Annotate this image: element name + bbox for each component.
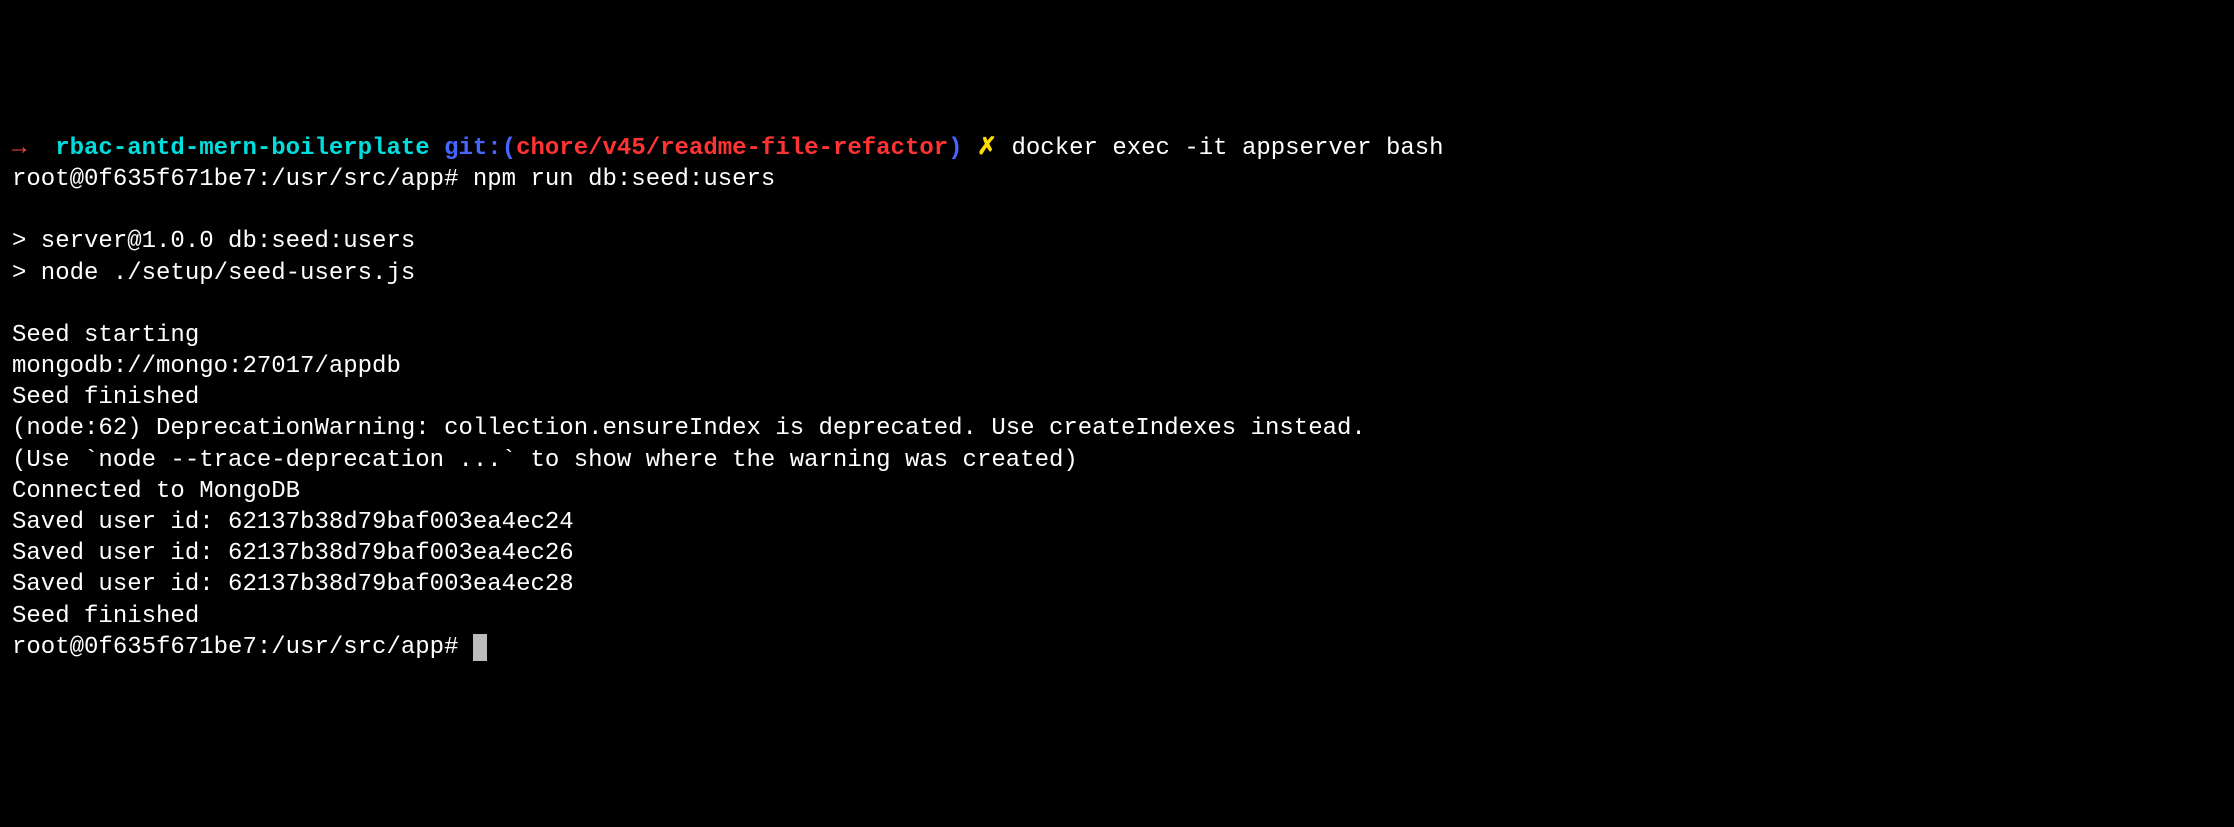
prompt-line-2: root@0f635f671be7:/usr/src/app# npm run … [12, 164, 2222, 195]
output-blank [12, 289, 2222, 320]
npm-command: npm run db:seed:users [473, 166, 775, 193]
output-line: Seed finished [12, 382, 2222, 413]
output-line: > server@1.0.0 db:seed:users [12, 226, 2222, 257]
terminal-output[interactable]: → rbac-antd-mern-boilerplate git:(chore/… [12, 133, 2222, 663]
container-prompt: root@0f635f671be7:/usr/src/app# [12, 166, 473, 193]
output-line: > node ./setup/seed-users.js [12, 258, 2222, 289]
prompt-line-3[interactable]: root@0f635f671be7:/usr/src/app# [12, 632, 2222, 663]
output-line: (Use `node --trace-deprecation ...` to s… [12, 445, 2222, 476]
output-blank [12, 195, 2222, 226]
output-line: Seed starting [12, 320, 2222, 351]
output-line: Saved user id: 62137b38d79baf003ea4ec26 [12, 538, 2222, 569]
repo-name: rbac-antd-mern-boilerplate [41, 135, 444, 162]
git-label: git:( [444, 135, 516, 162]
git-branch: chore/v45/readme-file-refactor [516, 135, 948, 162]
dirty-indicator-icon: ✗ [977, 135, 1012, 162]
output-line: Saved user id: 62137b38d79baf003ea4ec28 [12, 569, 2222, 600]
cursor-icon [473, 634, 487, 660]
output-line: Connected to MongoDB [12, 476, 2222, 507]
output-line: Seed finished [12, 601, 2222, 632]
prompt-arrow-icon: → [12, 135, 41, 162]
git-close-paren: ) [948, 135, 977, 162]
container-prompt: root@0f635f671be7:/usr/src/app# [12, 634, 473, 661]
output-line: (node:62) DeprecationWarning: collection… [12, 413, 2222, 444]
output-line: mongodb://mongo:27017/appdb [12, 351, 2222, 382]
command-text: docker exec -it appserver bash [1012, 135, 1444, 162]
output-line: Saved user id: 62137b38d79baf003ea4ec24 [12, 507, 2222, 538]
prompt-line-1: → rbac-antd-mern-boilerplate git:(chore/… [12, 133, 2222, 164]
